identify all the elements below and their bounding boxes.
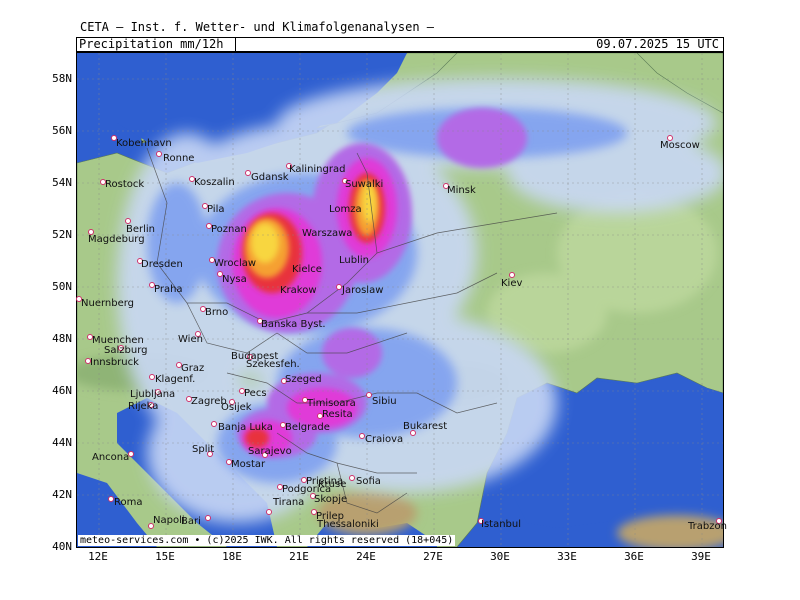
- city-label: Sibiu: [372, 396, 397, 407]
- city-label: Mostar: [231, 459, 266, 470]
- city-marker: [156, 151, 162, 157]
- city-label: Moscow: [660, 140, 700, 151]
- city-label: Resita: [322, 409, 353, 420]
- city-marker: [211, 421, 217, 427]
- lon-tick-label: 27E: [423, 550, 443, 563]
- city-marker: [349, 475, 355, 481]
- city-label: Bukarest: [403, 421, 448, 432]
- chart-title: CETA — Inst. f. Wetter- und Klimafolgena…: [80, 20, 435, 34]
- lon-tick-label: 18E: [222, 550, 242, 563]
- city-label: Salzburg: [104, 345, 148, 356]
- lat-tick-label: 52N: [52, 228, 72, 241]
- city-label: Innsbruck: [90, 357, 139, 368]
- city-label: Craiova: [365, 434, 404, 445]
- city-label: Lublin: [339, 255, 369, 266]
- city-label: Skopje: [314, 494, 348, 505]
- city-label: Banja Luka: [218, 422, 273, 433]
- lat-tick-label: 54N: [52, 176, 72, 189]
- city-label: Krakow: [280, 285, 317, 296]
- city-label: Trabzon: [688, 521, 727, 532]
- city-label: Rostock: [105, 179, 145, 190]
- city-label: Ronne: [163, 153, 195, 164]
- city-label: Nuernberg: [81, 298, 135, 309]
- city-label: Gdansk: [251, 172, 289, 183]
- city-label: Klagenf.: [155, 374, 196, 385]
- lon-tick-label: 30E: [490, 550, 510, 563]
- lat-tick-label: 40N: [52, 540, 72, 553]
- city-label: Poznan: [211, 224, 247, 235]
- parameter-label: Precipitation mm/12h: [79, 37, 224, 51]
- city-label: Szekesfeh.: [246, 359, 300, 370]
- lat-tick-label: 42N: [52, 488, 72, 501]
- lon-tick-label: 39E: [691, 550, 711, 563]
- city-label: Lomza: [329, 204, 362, 215]
- info-bar: Precipitation mm/12h 09.07.2025 15 UTC: [76, 37, 724, 52]
- city-label: Kiev: [501, 278, 523, 289]
- city-label: Ancona: [92, 452, 130, 463]
- lon-tick-label: 15E: [155, 550, 175, 563]
- city-label: Timisoara: [307, 398, 356, 409]
- lon-tick-label: 12E: [88, 550, 108, 563]
- city-marker: [205, 515, 211, 521]
- city-label: Brno: [205, 307, 229, 318]
- city-label: Koszalin: [194, 177, 235, 188]
- city-label: Szeged: [285, 374, 322, 385]
- lon-tick-label: 33E: [557, 550, 577, 563]
- city-label: Wien: [178, 334, 203, 345]
- lat-tick-label: 58N: [52, 72, 72, 85]
- city-label: Bari: [181, 516, 201, 527]
- city-label: Kruse: [318, 479, 347, 490]
- city-label: Kaliningrad: [289, 164, 346, 175]
- lat-tick-label: 50N: [52, 280, 72, 293]
- lat-tick-label: 48N: [52, 332, 72, 345]
- city-label: Wroclaw: [214, 258, 257, 269]
- city-label: Roma: [114, 497, 143, 508]
- datetime-label: 09.07.2025 15 UTC: [596, 37, 719, 51]
- city-marker: [266, 509, 272, 515]
- precipitation-map: [76, 52, 724, 548]
- city-label: Graz: [181, 363, 205, 374]
- city-label: Jaroslaw: [342, 285, 384, 296]
- lat-tick-label: 56N: [52, 124, 72, 137]
- city-label: Ljubljana: [130, 389, 176, 400]
- city-label: Pecs: [244, 388, 267, 399]
- lon-tick-label: 36E: [624, 550, 644, 563]
- city-label: Banska Byst.: [261, 319, 326, 330]
- city-label: Split: [192, 444, 215, 455]
- city-label: Sarajevo: [248, 446, 292, 457]
- city-label: Suwalki: [345, 179, 384, 190]
- city-label: Rijeka: [128, 401, 159, 412]
- city-label: Tirana: [273, 497, 305, 508]
- city-label: Minsk: [447, 185, 476, 196]
- city-label: Belgrade: [285, 422, 330, 433]
- city-label: Nysa: [222, 274, 247, 285]
- map-canvas: [77, 53, 723, 547]
- city-label: Osijek: [221, 402, 252, 413]
- city-label: Dresden: [141, 259, 183, 270]
- city-label: Pila: [207, 204, 225, 215]
- city-label: Thessaloniki: [317, 519, 379, 530]
- city-label: Kielce: [292, 264, 322, 275]
- city-label: Magdeburg: [88, 234, 145, 245]
- city-label: Kobenhavn: [116, 138, 172, 149]
- lat-tick-label: 46N: [52, 384, 72, 397]
- city-label: Warszawa: [302, 228, 353, 239]
- lon-tick-label: 24E: [356, 550, 376, 563]
- city-label: Sofia: [356, 476, 381, 487]
- lat-tick-label: 44N: [52, 436, 72, 449]
- city-label: Praha: [154, 284, 183, 295]
- lon-tick-label: 21E: [289, 550, 309, 563]
- city-label: Istanbul: [481, 519, 522, 530]
- copyright-footer: meteo-services.com • (c)2025 IWK. All ri…: [78, 535, 456, 546]
- city-label: Napoli: [153, 515, 185, 526]
